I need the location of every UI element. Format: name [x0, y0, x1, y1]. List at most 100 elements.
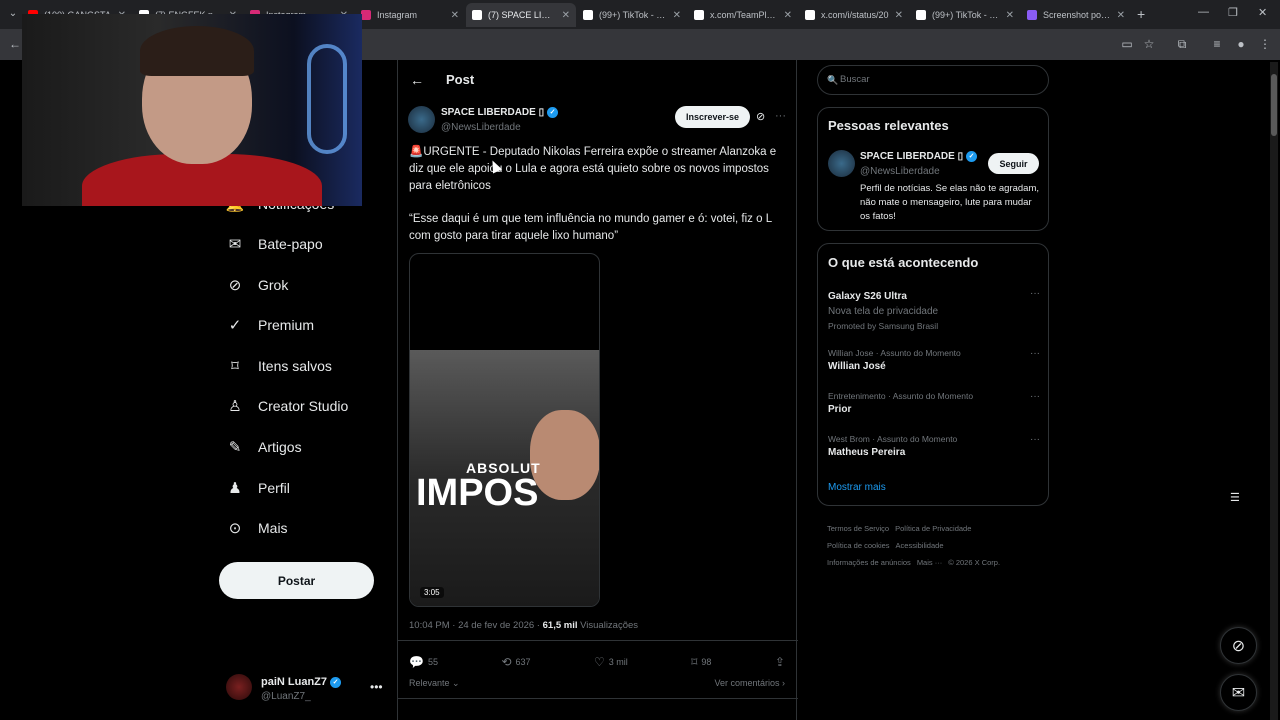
new-tab-button[interactable]: +	[1137, 6, 1145, 22]
grok-fab-button[interactable]: ⊘	[1220, 627, 1257, 664]
tab-title: Screenshot por Li	[1043, 10, 1111, 20]
maximize-button[interactable]: ❐	[1228, 6, 1238, 19]
more-dots-icon[interactable]: ···	[775, 110, 786, 122]
browser-tab[interactable]: Instagram ✕	[355, 3, 465, 27]
footer-link[interactable]: Acessibilidade	[896, 541, 944, 550]
nav-item-grok[interactable]: ⊘ Grok	[226, 271, 289, 299]
browser-tab[interactable]: (99+) TikTok - Make ✕	[577, 3, 687, 27]
author-name[interactable]: SPACE LIBERDADE ▯ ✓	[441, 107, 559, 118]
close-tab-icon[interactable]: ✕	[1117, 10, 1125, 21]
footer-link[interactable]: Mais ···	[917, 558, 942, 567]
minimize-button[interactable]: —	[1198, 6, 1209, 18]
post-button[interactable]: Postar	[219, 562, 374, 599]
trend-item[interactable]: Entretenimento · Assunto do Momento Prior…	[828, 391, 1040, 415]
nav-item-premium[interactable]: ✓ Premium	[226, 311, 314, 339]
sort-dropdown[interactable]: Relevante ⌄	[409, 678, 460, 688]
browser-tab[interactable]: Screenshot por Li ✕	[1021, 3, 1131, 27]
premium-icon: ✓	[228, 317, 242, 335]
scrollbar[interactable]	[1270, 62, 1278, 720]
close-window-button[interactable]: ✕	[1258, 6, 1267, 19]
bookmark-button[interactable]: ⌑ 98	[691, 655, 711, 669]
more-dots-icon[interactable]: ···	[1030, 434, 1040, 445]
more-dots-icon[interactable]: ···	[1030, 391, 1040, 402]
nav-label: Itens salvos	[258, 357, 332, 374]
close-tab-icon[interactable]: ✕	[673, 10, 681, 21]
post-column: ← Post SPACE LIBERDADE ▯ ✓ @NewsLiberdade…	[397, 60, 798, 720]
video-duration: 3:05	[420, 587, 444, 598]
nav-item-itens-salvos[interactable]: ⌑ Itens salvos	[226, 352, 332, 380]
post-meta: 10:04 PM · 24 de fev de 2026 · 61,5 mil …	[409, 620, 638, 631]
post-quote: “Esse daqui é um que tem influência no m…	[409, 213, 772, 242]
like-button[interactable]: ♡ 3 mil	[594, 655, 628, 669]
repost-button[interactable]: ⟲ 637	[501, 655, 530, 669]
avatar[interactable]	[828, 150, 855, 177]
verified-icon: ✓	[547, 107, 559, 118]
cast-icon[interactable]: ▭	[1120, 37, 1134, 51]
trend-context: Entretenimento · Assunto do Momento	[828, 391, 974, 401]
mail-icon: ✉	[1231, 684, 1246, 702]
nav-label: Creator Studio	[258, 398, 349, 415]
follow-button[interactable]: Seguir	[988, 153, 1039, 174]
close-tab-icon[interactable]: ✕	[1006, 10, 1014, 21]
footer-link[interactable]: Política de cookies	[827, 541, 890, 550]
footer-link[interactable]: Informações de anúncios	[827, 558, 911, 567]
subscribe-button[interactable]: Inscrever-se	[675, 106, 750, 128]
browser-tab[interactable]: (99+) TikTok - Make ✕	[910, 3, 1020, 27]
more-dots-icon[interactable]: ···	[1030, 348, 1040, 359]
footer-links: Termos de Serviço Política de Privacidade…	[827, 520, 1049, 571]
nav-label: Premium	[258, 317, 315, 334]
see-comments-link[interactable]: Ver comentários ›	[714, 678, 785, 688]
close-tab-icon[interactable]: ✕	[895, 10, 903, 21]
footer-link[interactable]: Termos de Serviço	[827, 524, 889, 533]
profile-avatar-icon[interactable]: ●	[1234, 37, 1248, 51]
star-icon[interactable]: ☆	[1142, 37, 1156, 51]
trend-title: Willian José	[828, 361, 886, 372]
browser-tab[interactable]: x.com/TeamPlayer ✕	[688, 3, 798, 27]
close-tab-icon[interactable]: ✕	[451, 10, 459, 21]
promoted-label: Promoted by Samsung Brasil	[828, 321, 939, 331]
nav-item-creator-studio[interactable]: ♙ Creator Studio	[226, 392, 348, 420]
scrollbar-thumb[interactable]	[1271, 74, 1277, 136]
more-dots-icon[interactable]: •••	[370, 680, 383, 694]
account-switcher[interactable]: paiN LuanZ7 ✓ @LuanZ7_ •••	[226, 674, 386, 706]
nav-item-mais[interactable]: ⊙ Mais	[226, 514, 288, 542]
messages-fab-button[interactable]: ✉	[1220, 674, 1257, 711]
browser-tab[interactable]: (7) SPACE LIBERDADE ✕	[466, 3, 576, 27]
reply-button[interactable]: 💬 55	[409, 655, 438, 669]
filter-icon[interactable]: ☰	[1230, 491, 1240, 504]
close-tab-icon[interactable]: ✕	[562, 10, 570, 21]
close-tab-icon[interactable]: ✕	[784, 10, 792, 21]
account-handle: @LuanZ7_	[261, 691, 311, 702]
footer-link[interactable]: © 2026 X Corp.	[948, 558, 1000, 567]
media-icon[interactable]: ≡	[1210, 37, 1224, 51]
trend-item[interactable]: West Brom · Assunto do Momento Matheus Pe…	[828, 434, 1040, 458]
search-input[interactable]: 🔍 Buscar	[817, 65, 1049, 95]
video-player[interactable]: ABSOLUT IMPOS 3:05	[409, 253, 600, 607]
share-button[interactable]: ⇪	[775, 655, 785, 669]
extensions-icon[interactable]: ⧉	[1175, 37, 1189, 51]
share-icon: ⇪	[774, 655, 785, 669]
relevant-handle[interactable]: @NewsLiberdade	[860, 166, 940, 177]
grok-icon: ⊘	[1231, 637, 1246, 655]
author-handle[interactable]: @NewsLiberdade	[441, 122, 521, 133]
author-avatar[interactable]	[408, 106, 435, 133]
nav-item-artigos[interactable]: ✎ Artigos	[226, 433, 302, 461]
nav-item-bate-papo[interactable]: ✉ Bate-papo	[226, 230, 323, 258]
tab-list-icon[interactable]: ⌄	[4, 5, 22, 23]
back-arrow-icon[interactable]: ←	[410, 72, 424, 88]
browser-tab[interactable]: x.com/i/status/20 ✕	[799, 3, 909, 27]
menu-icon[interactable]: ⋮	[1258, 37, 1272, 51]
trend-title: Galaxy S26 Ultra	[828, 291, 907, 302]
footer-link[interactable]: Política de Privacidade	[895, 524, 971, 533]
favicon-icon	[694, 10, 704, 20]
trend-item[interactable]: Willian Jose · Assunto do Momento Willian…	[828, 348, 1040, 372]
more-dots-icon[interactable]: ···	[1030, 288, 1040, 299]
trend-item[interactable]: Galaxy S26 Ultra Nova tela de privacidade…	[828, 288, 1040, 331]
relevant-name[interactable]: SPACE LIBERDADE ▯ ✓	[860, 151, 978, 162]
grok-icon[interactable]: ⊘	[756, 110, 765, 123]
favicon-icon	[1027, 10, 1037, 20]
back-nav-icon[interactable]: ←	[8, 37, 22, 51]
favicon-icon	[805, 10, 815, 20]
nav-item-perfil[interactable]: ♟ Perfil	[226, 474, 290, 502]
show-more-link[interactable]: Mostrar mais	[828, 482, 886, 493]
